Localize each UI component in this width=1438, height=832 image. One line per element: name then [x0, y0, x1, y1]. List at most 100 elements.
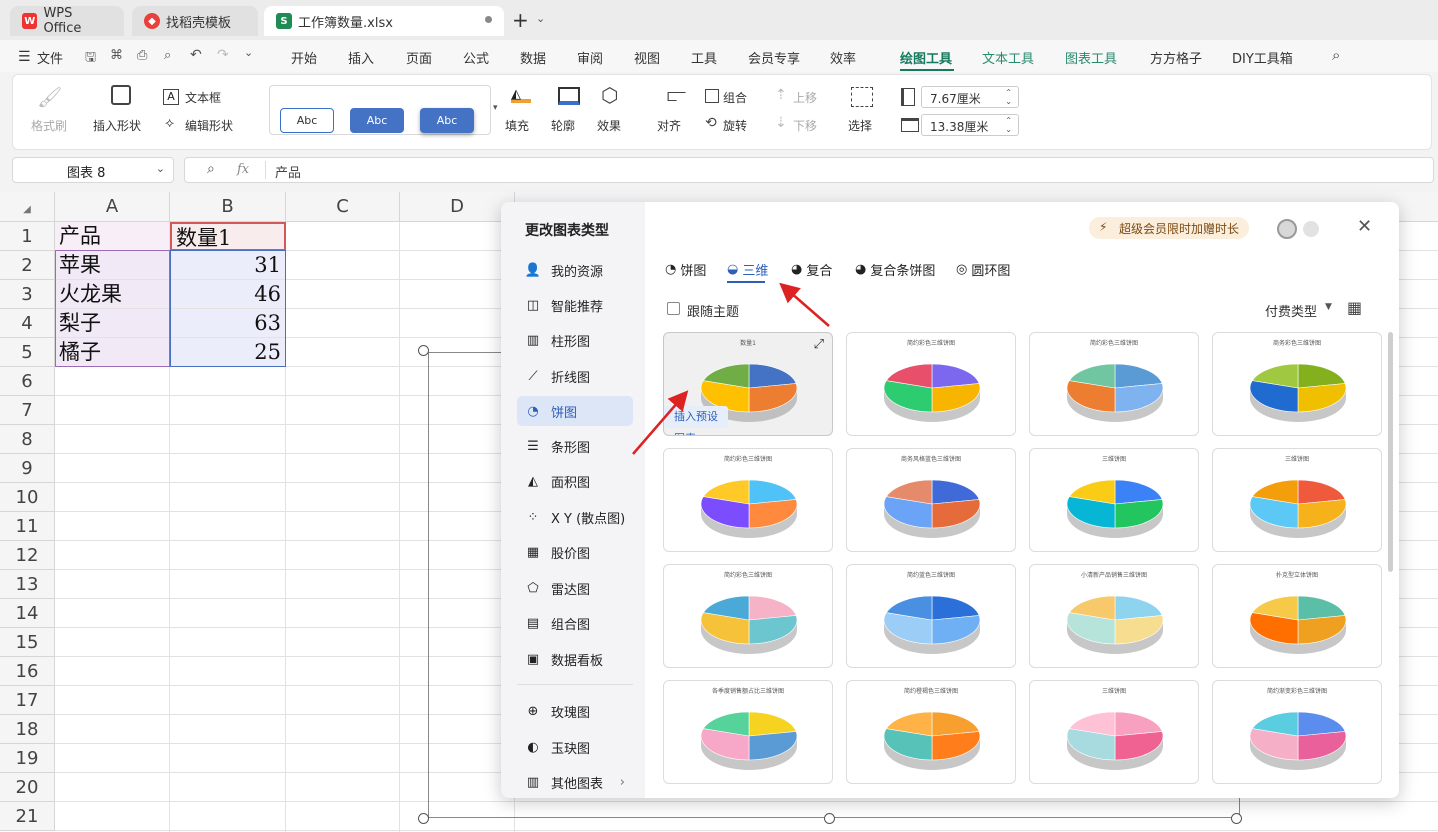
- chart-template-card[interactable]: 各季度销售额占比三维饼图: [663, 680, 833, 784]
- format-brush-button[interactable]: 格式刷: [31, 117, 67, 134]
- select-button[interactable]: 选择: [848, 117, 872, 134]
- grid-view-icon[interactable]: ▦: [1347, 298, 1362, 317]
- menu-page[interactable]: 页面: [406, 48, 432, 67]
- cell-a1[interactable]: 产品: [55, 222, 170, 251]
- sidebar-item-bar[interactable]: ☰ 条形图: [517, 431, 633, 461]
- chart-template-card[interactable]: 简约蓝色三维饼图: [846, 564, 1016, 668]
- print-icon[interactable]: ⎙: [137, 48, 147, 63]
- select-all-corner[interactable]: ◢: [0, 192, 55, 222]
- row-header[interactable]: 4: [0, 309, 55, 338]
- row-header[interactable]: 17: [0, 686, 55, 715]
- chart-template-card[interactable]: 商务风格蓝色三维饼图: [846, 448, 1016, 552]
- chart-template-card[interactable]: 简约彩色三维饼图: [846, 332, 1016, 436]
- close-icon[interactable]: ✕: [1357, 216, 1372, 237]
- row-header[interactable]: 21: [0, 802, 55, 831]
- chevron-down-icon[interactable]: ⌄: [536, 12, 545, 25]
- menu-data[interactable]: 数据: [520, 48, 546, 67]
- chevron-down-icon[interactable]: ⌄: [156, 162, 165, 175]
- row-header[interactable]: 2: [0, 251, 55, 280]
- resize-handle[interactable]: [1231, 813, 1242, 824]
- row-header[interactable]: 15: [0, 628, 55, 657]
- follow-theme-checkbox[interactable]: [667, 302, 680, 315]
- text-box-button[interactable]: 文本框: [185, 89, 221, 106]
- row-header[interactable]: 16: [0, 657, 55, 686]
- promo-badge[interactable]: ⚡ 超级会员限时加赠时长: [1089, 217, 1249, 239]
- menu-text-tools[interactable]: 文本工具: [982, 48, 1034, 67]
- sidebar-item-area[interactable]: ◭ 面积图: [517, 466, 633, 496]
- fx-icon[interactable]: fx: [237, 162, 249, 177]
- sidebar-item-pie[interactable]: ◔ 饼图: [517, 396, 633, 426]
- row-header[interactable]: 18: [0, 715, 55, 744]
- row-header[interactable]: 8: [0, 425, 55, 454]
- chart-template-card[interactable]: 简约橙褐色三维饼图: [846, 680, 1016, 784]
- move-down-button[interactable]: 下移: [793, 117, 817, 134]
- sidebar-item-stock[interactable]: ▦ 股价图: [517, 537, 633, 567]
- row-header[interactable]: 20: [0, 773, 55, 802]
- zoom-icon[interactable]: ⌕: [207, 161, 215, 177]
- subtab-3d[interactable]: ◒ 三维: [727, 260, 768, 279]
- insert-preset-button[interactable]: 插入预设图表: [664, 406, 728, 435]
- menu-member[interactable]: 会员专享: [748, 48, 800, 67]
- expand-icon[interactable]: ⤢: [814, 337, 824, 352]
- edit-shape-button[interactable]: 编辑形状: [185, 117, 233, 134]
- chart-template-card[interactable]: 简约彩色三维饼图: [1029, 332, 1199, 436]
- menu-formula[interactable]: 公式: [463, 48, 489, 67]
- tab-template[interactable]: ◆ 找稻壳模板: [132, 6, 258, 36]
- chart-template-card[interactable]: 商务彩色三维饼图: [1212, 332, 1382, 436]
- avatar[interactable]: [1277, 219, 1297, 239]
- sidebar-item-line[interactable]: ⟋ 折线图: [517, 361, 633, 391]
- print-preview-icon[interactable]: ⌕: [164, 48, 171, 63]
- gallery-more-icon[interactable]: ▾: [493, 103, 498, 113]
- menu-diy-toolbox[interactable]: DIY工具箱: [1232, 48, 1293, 67]
- chart-template-card[interactable]: 三维饼图: [1212, 448, 1382, 552]
- chart-template-card[interactable]: 小清新产品销售三维饼图: [1029, 564, 1199, 668]
- resize-handle[interactable]: [824, 813, 835, 824]
- spinner-icon[interactable]: ⌃ ⌄: [1005, 88, 1012, 106]
- sidebar-item-smart[interactable]: ◫ 智能推荐: [517, 290, 633, 320]
- style-fill-blue-shadow[interactable]: Abc: [420, 108, 474, 133]
- formula-content[interactable]: 产品: [275, 162, 301, 181]
- row-header[interactable]: 1: [0, 222, 55, 251]
- sidebar-item-scatter[interactable]: ⁘ X Y (散点图): [517, 502, 633, 532]
- row-header[interactable]: 12: [0, 541, 55, 570]
- effect-button[interactable]: 效果: [597, 117, 621, 134]
- chart-template-card[interactable]: 数量1⤢插入预设图表: [663, 332, 833, 436]
- column-header-d[interactable]: D: [400, 192, 515, 222]
- subtab-compound-bar[interactable]: ◕ 复合条饼图: [855, 260, 935, 279]
- menu-tools[interactable]: 工具: [691, 48, 717, 67]
- resize-handle[interactable]: [418, 813, 429, 824]
- column-header-a[interactable]: A: [55, 192, 170, 222]
- row-header[interactable]: 9: [0, 454, 55, 483]
- style-outline-blue[interactable]: Abc: [280, 108, 334, 133]
- tab-workbook[interactable]: S 工作簿数量.xlsx: [264, 6, 504, 36]
- row-header[interactable]: 5: [0, 338, 55, 367]
- rotate-button[interactable]: 旋转: [723, 117, 747, 134]
- row-header[interactable]: 10: [0, 483, 55, 512]
- style-fill-blue[interactable]: Abc: [350, 108, 404, 133]
- scrollbar[interactable]: [1388, 332, 1393, 572]
- row-header[interactable]: 6: [0, 367, 55, 396]
- sidebar-item-combo[interactable]: ▤ 组合图: [517, 608, 633, 638]
- sidebar-item-my-resources[interactable]: 👤 我的资源: [517, 255, 633, 285]
- row-header[interactable]: 14: [0, 599, 55, 628]
- insert-shape-button[interactable]: 插入形状: [93, 117, 141, 134]
- subtab-pie[interactable]: ◔ 饼图: [665, 260, 706, 279]
- row-header[interactable]: 7: [0, 396, 55, 425]
- move-up-button[interactable]: 上移: [793, 89, 817, 106]
- search-icon[interactable]: ⌕: [1332, 46, 1340, 64]
- sidebar-item-dashboard[interactable]: ▣ 数据看板: [517, 644, 633, 674]
- subtab-compound[interactable]: ◕ 复合: [791, 260, 832, 279]
- chart-template-card[interactable]: 扑克型立体饼图: [1212, 564, 1382, 668]
- unsaved-dot-icon[interactable]: [485, 16, 492, 23]
- align-button[interactable]: 对齐: [657, 117, 681, 134]
- save-icon[interactable]: 🖫: [85, 48, 96, 70]
- sidebar-item-radar[interactable]: ⬠ 雷达图: [517, 573, 633, 603]
- sidebar-item-rose[interactable]: ⊕ 玫瑰图: [517, 696, 633, 726]
- spinner-icon[interactable]: ⌃ ⌄: [1005, 116, 1012, 134]
- row-header[interactable]: 19: [0, 744, 55, 773]
- chart-template-card[interactable]: 简约彩色三维饼图: [663, 448, 833, 552]
- sidebar-item-jade[interactable]: ◐ 玉玦图: [517, 732, 633, 762]
- chevron-down-icon[interactable]: ▼: [1325, 302, 1332, 312]
- column-header-c[interactable]: C: [286, 192, 400, 222]
- row-header[interactable]: 13: [0, 570, 55, 599]
